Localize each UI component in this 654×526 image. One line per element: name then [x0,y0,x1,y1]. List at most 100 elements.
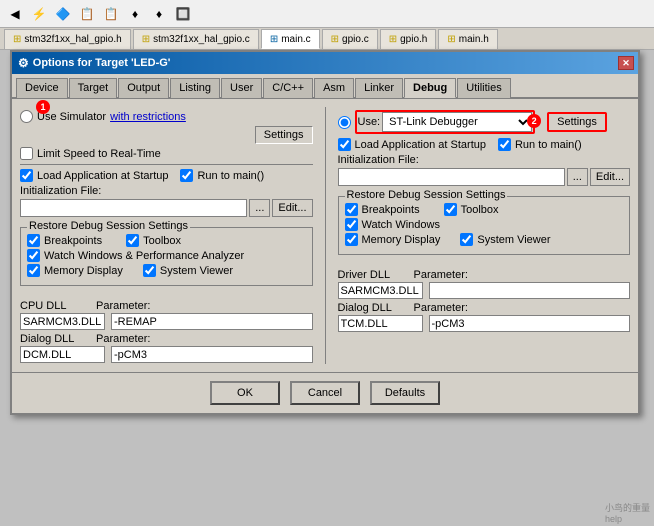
tab-utilities[interactable]: Utilities [457,78,510,98]
tab-listing[interactable]: Listing [170,78,220,98]
right-dialog-dll-input[interactable] [338,315,423,332]
limit-speed-row: Limit Speed to Real-Time [20,147,313,160]
toolbar-btn-3[interactable]: 🔷 [52,3,74,25]
tab-stm32-c[interactable]: ⊞ stm32f1xx_hal_gpio.c [133,29,259,49]
left-sysviewer-checkbox[interactable] [143,264,156,277]
left-run-to-main-checkbox[interactable] [180,169,193,182]
left-watch-checkbox[interactable] [27,249,40,262]
left-watch-label: Watch Windows & Performance Analyzer [44,250,244,262]
left-dll-value-row [20,313,313,330]
tab-icon: ⊞ [447,34,455,45]
right-watch-row: Watch Windows [345,218,624,231]
badge-1: 1 [36,100,50,114]
left-settings-button[interactable]: Settings [255,126,313,144]
defaults-button[interactable]: Defaults [370,381,440,405]
cancel-button[interactable]: Cancel [290,381,360,405]
badge-2: 2 [527,114,541,128]
right-settings-button[interactable]: Settings [547,112,607,132]
tab-icon: ⊞ [270,34,278,45]
left-breakpoints-checkbox[interactable] [27,234,40,247]
dialog-body: Use Simulator with restrictions Settings… [12,99,638,372]
right-load-app-checkbox[interactable] [338,138,351,151]
tab-stm32-h[interactable]: ⊞ stm32f1xx_hal_gpio.h [4,29,131,49]
left-settings-row: Settings [20,126,313,144]
dialog-icon: ⚙ [18,56,29,70]
left-breakpoints-row: Breakpoints Toolbox [27,234,306,247]
tab-debug[interactable]: Debug [404,78,456,98]
right-restore-group: Restore Debug Session Settings Breakpoin… [338,196,631,255]
tab-linker[interactable]: Linker [355,78,403,98]
toolbar-btn-5[interactable]: 📋 [100,3,122,25]
right-memory-checkbox[interactable] [345,233,358,246]
left-breakpoints-label: Breakpoints [44,235,102,247]
left-dll-header-row: CPU DLL Parameter: [20,300,313,312]
left-browse-button[interactable]: ... [249,199,270,217]
tab-asm[interactable]: Asm [314,78,354,98]
tab-main-c[interactable]: ⊞ main.c [261,29,320,49]
left-cpu-param-input[interactable] [111,313,313,330]
simulator-radio[interactable] [20,110,33,123]
right-run-to-main-checkbox[interactable] [498,138,511,151]
right-breakpoints-label: Breakpoints [362,204,420,216]
right-toolbox-checkbox[interactable] [444,203,457,216]
right-run-to-main-label: Run to main() [515,139,582,151]
right-sysviewer-label: System Viewer [477,234,550,246]
right-edit-button[interactable]: Edit... [590,168,630,186]
right-use-label: Use: [358,116,381,128]
right-init-label: Initialization File: [338,154,631,166]
simulator-restrictions-link[interactable]: with restrictions [110,111,186,123]
left-dialog-param-input[interactable] [111,346,313,363]
toolbar-btn-1[interactable]: ◀ [4,3,26,25]
tab-icon: ⊞ [389,34,397,45]
right-init-row: ... Edit... [338,168,631,186]
toolbar-btn-8[interactable]: 🔲 [172,3,194,25]
limit-speed-checkbox[interactable] [20,147,33,160]
dialog-title: Options for Target 'LED-G' [33,57,171,69]
left-load-app-checkbox[interactable] [20,169,33,182]
ok-button[interactable]: OK [210,381,280,405]
right-watch-label: Watch Windows [362,219,440,231]
tab-main-h[interactable]: ⊞ main.h [438,29,497,49]
right-driver-dll-input[interactable] [338,282,423,299]
toolbar-btn-6[interactable]: ♦ [124,3,146,25]
right-restore-title: Restore Debug Session Settings [345,189,508,201]
left-memory-checkbox[interactable] [27,264,40,277]
right-load-app-label: Load Application at Startup [355,139,486,151]
tab-gpio-h[interactable]: ⊞ gpio.h [380,29,437,49]
right-driver-param-label: Parameter: [414,269,474,281]
left-dialog-param-label: Parameter: [96,333,156,345]
toolbar-btn-2[interactable]: ⚡ [28,3,50,25]
right-dialog-dll-header-row: Dialog DLL Parameter: [338,302,631,314]
tab-gpio-c[interactable]: ⊞ gpio.c [322,29,378,49]
dialog-tab-strip: Device Target Output Listing User C/C++ … [12,74,638,99]
right-watch-checkbox[interactable] [345,218,358,231]
right-init-input[interactable] [338,168,565,186]
tab-ccpp[interactable]: C/C++ [263,78,313,98]
left-dialog-dll-header-row: Dialog DLL Parameter: [20,333,313,345]
tab-target[interactable]: Target [69,78,118,98]
tab-output[interactable]: Output [118,78,169,98]
left-edit-button[interactable]: Edit... [272,199,312,217]
right-driver-param-input[interactable] [429,282,631,299]
toolbar-btn-7[interactable]: ♦ [148,3,170,25]
right-debugger-select[interactable]: ST-Link Debugger [382,112,532,132]
toolbar-btn-4[interactable]: 📋 [76,3,98,25]
right-debugger-radio[interactable] [338,116,351,129]
right-sysviewer-checkbox[interactable] [460,233,473,246]
tab-device[interactable]: Device [16,78,68,98]
tab-icon: ⊞ [13,34,21,45]
left-watch-row: Watch Windows & Performance Analyzer [27,249,306,262]
right-memory-row: Memory Display System Viewer [345,233,624,246]
left-dialog-dll-value-row [20,346,313,363]
right-dialog-param-input[interactable] [429,315,631,332]
left-dialog-dll-input[interactable] [20,346,105,363]
dialog-close-button[interactable]: ✕ [618,56,634,70]
left-toolbox-checkbox[interactable] [126,234,139,247]
left-cpu-dll-input[interactable] [20,313,105,330]
right-breakpoints-checkbox[interactable] [345,203,358,216]
toolbar: ◀ ⚡ 🔷 📋 📋 ♦ ♦ 🔲 [0,0,654,28]
left-init-input[interactable] [20,199,247,217]
tab-user[interactable]: User [221,78,262,98]
right-browse-button[interactable]: ... [567,168,588,186]
left-init-row: ... Edit... [20,199,313,217]
